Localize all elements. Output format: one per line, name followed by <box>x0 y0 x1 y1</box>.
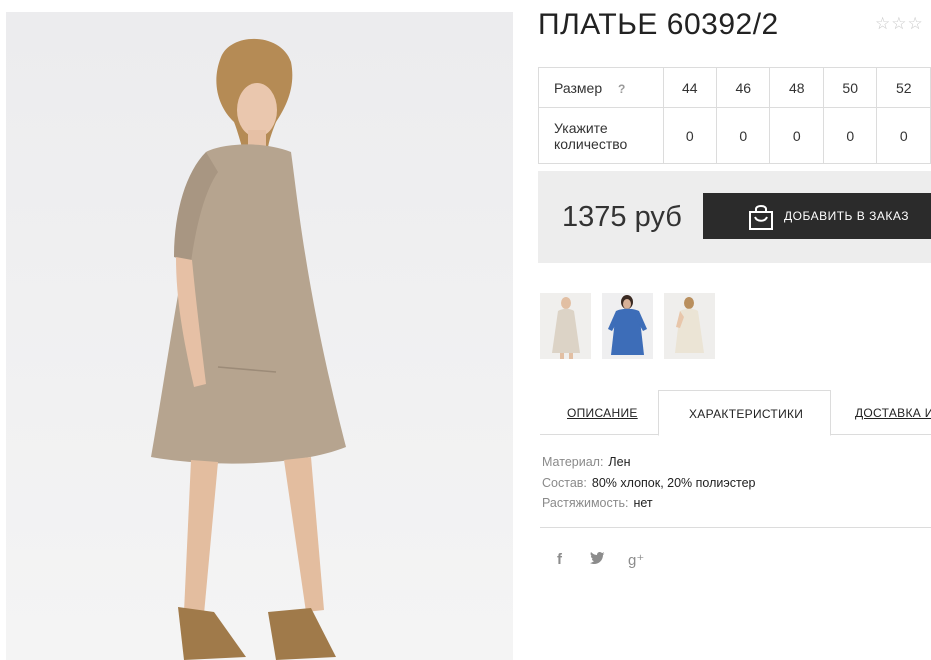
thumbnail-cream-image <box>664 293 715 359</box>
quantity-input-46[interactable]: 0 <box>715 107 771 164</box>
product-title: ПЛАТЬЕ 60392/2 <box>538 8 779 41</box>
rating-stars[interactable]: ☆☆☆ <box>875 14 924 34</box>
specs-divider <box>540 527 931 528</box>
size-48: 48 <box>769 67 824 108</box>
size-help-icon[interactable]: ? <box>618 82 625 96</box>
thumbnail-blue-image <box>602 293 653 359</box>
twitter-icon[interactable] <box>590 551 606 569</box>
star-icon[interactable]: ☆☆☆ <box>875 14 924 33</box>
quantity-input-50[interactable]: 0 <box>822 107 878 164</box>
spec-key: Состав: <box>542 475 587 490</box>
product-main-image[interactable] <box>6 12 513 660</box>
bag-icon <box>747 202 775 235</box>
thumbnail-cream[interactable] <box>664 293 715 359</box>
thumbnail-blue[interactable] <box>602 293 653 359</box>
characteristics-list: Материал: Лен Состав: 80% хлопок, 20% поли… <box>542 452 755 514</box>
tab-description-label: ОПИСАНИЕ <box>567 406 638 420</box>
spec-key: Растяжимость: <box>542 496 629 510</box>
dress-model-illustration <box>151 38 346 660</box>
quantity-row: Укажите количество 0 0 0 0 0 <box>538 107 931 164</box>
quantity-label: Укажите количество <box>538 107 664 164</box>
spec-value: Лен <box>608 455 631 469</box>
thumbnail-beige-image <box>540 293 591 359</box>
tab-characteristics-label: ХАРАКТЕРИСТИКИ <box>689 407 804 421</box>
size-label: Размер <box>554 79 603 96</box>
size-50: 50 <box>822 67 878 108</box>
add-to-order-button[interactable]: ДОБАВИТЬ В ЗАКАЗ <box>703 193 931 239</box>
spec-value: 80% хлопок, 20% полиэстер <box>591 475 756 490</box>
tab-description[interactable]: ОПИСАНИЕ <box>540 390 658 434</box>
quantity-input-48[interactable]: 0 <box>769 107 824 164</box>
size-46: 46 <box>715 67 771 108</box>
spec-material: Материал: Лен <box>542 452 755 473</box>
quantity-input-52[interactable]: 0 <box>876 107 931 164</box>
size-quantity-table: Размер ? 44 46 48 50 52 Укажите количест… <box>538 67 931 164</box>
size-row: Размер ? 44 46 48 50 52 <box>538 67 931 108</box>
thumbnail-beige[interactable] <box>540 293 591 359</box>
tab-characteristics[interactable]: ХАРАКТЕРИСТИКИ <box>658 390 831 436</box>
spec-stretch: Растяжимость: нет <box>542 493 755 514</box>
spec-value: нет <box>633 496 653 510</box>
size-52: 52 <box>876 67 931 108</box>
quantity-input-44[interactable]: 0 <box>662 107 718 164</box>
facebook-icon[interactable]: f <box>557 551 562 568</box>
google-plus-icon[interactable]: g⁺ <box>628 551 644 569</box>
spec-key: Материал: <box>542 455 604 469</box>
price-panel: 1375 руб ДОБАВИТЬ В ЗАКАЗ <box>538 171 931 263</box>
tab-delivery[interactable]: ДОСТАВКА И <box>831 390 931 434</box>
size-44: 44 <box>662 67 718 108</box>
spec-composition: Состав: 80% хлопок, 20% полиэстер <box>542 473 755 494</box>
size-label-cell: Размер ? <box>538 67 664 108</box>
tab-delivery-label: ДОСТАВКА И <box>855 406 931 420</box>
price: 1375 руб <box>562 201 682 233</box>
add-to-order-label: ДОБАВИТЬ В ЗАКАЗ <box>784 209 909 223</box>
